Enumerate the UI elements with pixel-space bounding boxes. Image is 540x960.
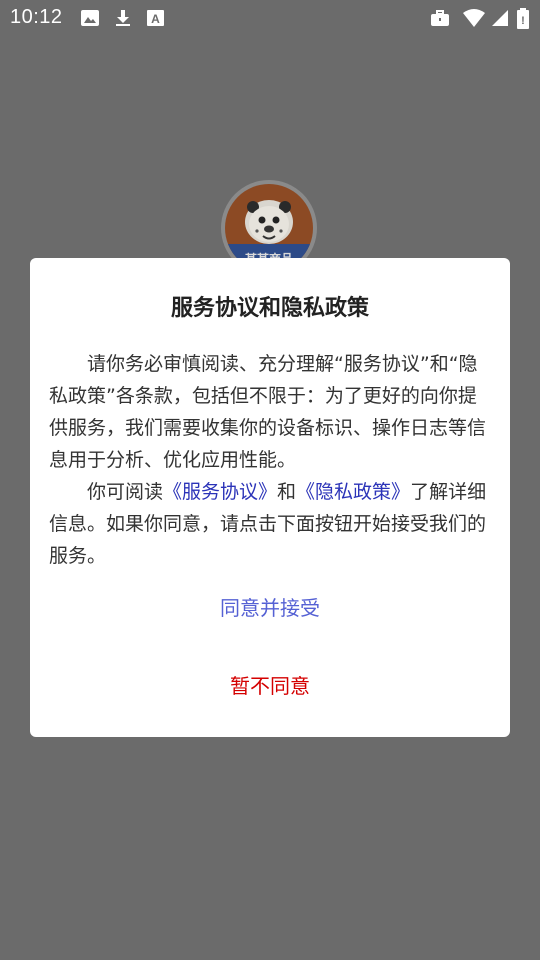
service-agreement-link[interactable]: 《服务协议》 (163, 481, 277, 503)
privacy-policy-link[interactable]: 《隐私政策》 (296, 481, 410, 503)
download-icon (113, 8, 133, 28)
svg-text:A: A (151, 12, 160, 26)
paragraph-2-and: 和 (277, 481, 297, 503)
app-screen: 10:12 A ! 服务协议和隐私政策 请你务必审慎阅读、充分理解“服务协议”和… (0, 0, 540, 960)
dialog-body: 请你务必审慎阅读、充分理解“服务协议”和“隐私政策”各条款，包括但不限于：为了更… (49, 348, 495, 572)
image-icon (80, 8, 100, 28)
svg-text:!: ! (521, 15, 525, 27)
dialog-paragraph-1: 请你务必审慎阅读、充分理解“服务协议”和“隐私政策”各条款，包括但不限于：为了更… (49, 353, 487, 471)
status-time: 10:12 (10, 6, 63, 28)
decline-button[interactable]: 暂不同意 (30, 666, 510, 706)
font-icon: A (146, 8, 166, 28)
dialog-title: 服务协议和隐私政策 (170, 296, 369, 321)
bear-mascot-icon (245, 200, 293, 244)
signal-icon (490, 8, 510, 28)
paragraph-2-prefix: 你可阅读 (87, 481, 164, 503)
briefcase-icon (430, 8, 450, 28)
dialog-paragraph-2: 你可阅读《服务协议》和《隐私政策》了解详细信息。如果你同意，请点击下面按钮开始接… (49, 476, 495, 572)
wifi-icon (462, 8, 486, 28)
privacy-dialog: 服务协议和隐私政策 请你务必审慎阅读、充分理解“服务协议”和“隐私政策”各条款，… (30, 258, 510, 737)
battery-icon: ! (516, 8, 530, 29)
agree-button[interactable]: 同意并接受 (30, 588, 510, 628)
status-bar: 10:12 A ! (0, 0, 540, 36)
